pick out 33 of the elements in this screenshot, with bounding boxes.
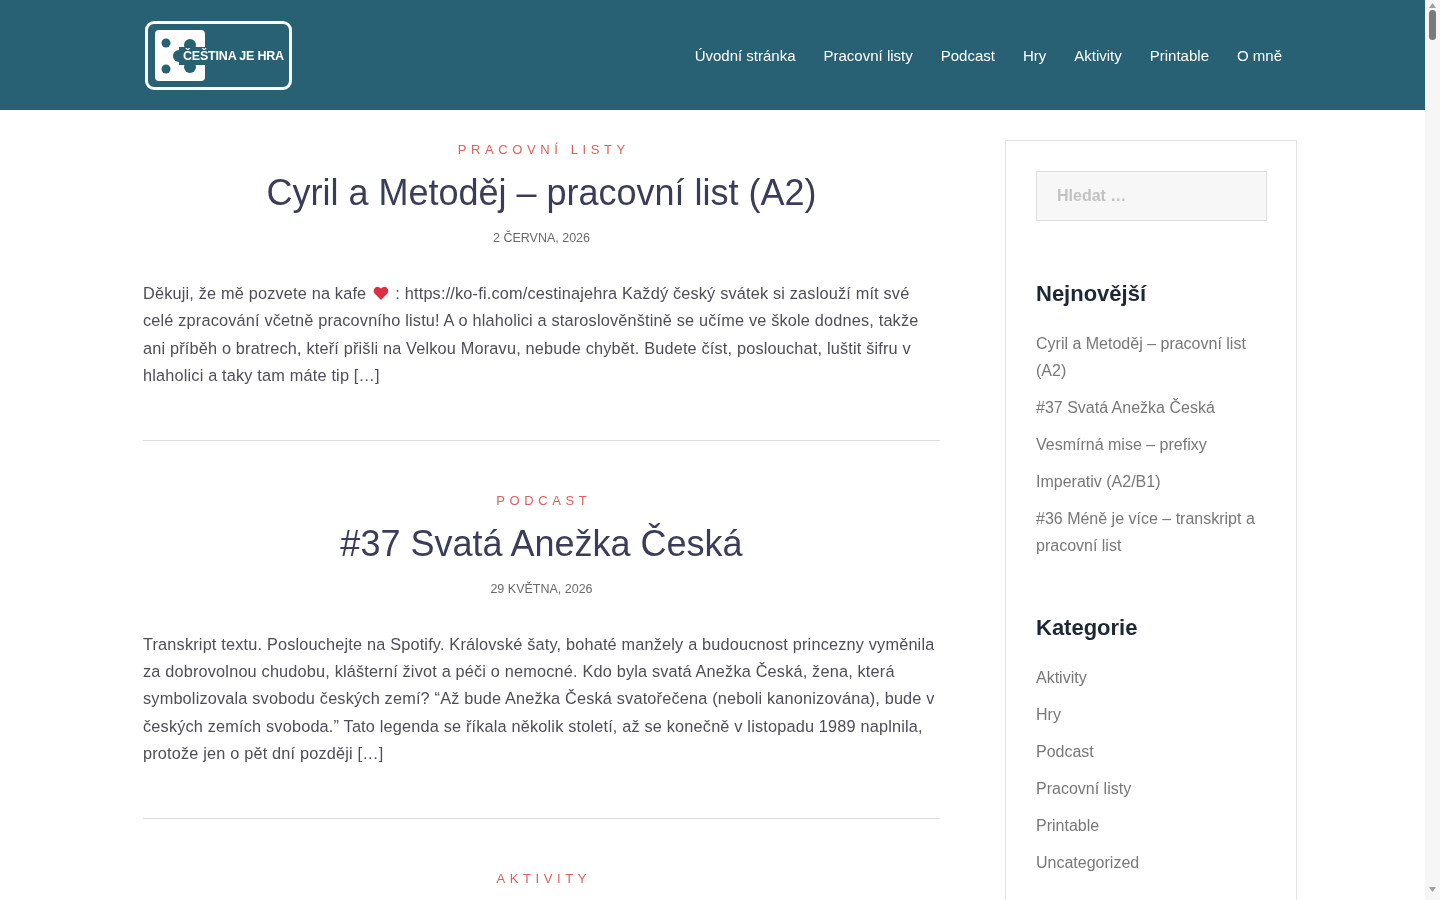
nav-link[interactable]: Printable: [1121, 40, 1209, 70]
sidebar-link[interactable]: Pracovní listy: [1036, 775, 1266, 802]
sidebar-link[interactable]: Hry: [1036, 701, 1266, 728]
sidebar-link[interactable]: Printable: [1036, 812, 1266, 839]
post-date: 2 ČERVNA, 2026: [492, 229, 590, 247]
post-title[interactable]: #37 Svatá Anežka Česká: [340, 521, 743, 566]
nav-link[interactable]: Aktivity: [1046, 40, 1122, 70]
widget-heading: Kategorie: [1036, 614, 1139, 642]
post-date: 29 KVĚTNA, 2026: [490, 580, 593, 598]
nav-link[interactable]: Pracovní listy: [795, 40, 913, 70]
sidebar-link[interactable]: Vesmírná mise – prefixy: [1036, 431, 1266, 458]
sidebar-link[interactable]: Podcast: [1036, 738, 1266, 765]
widget-heading: Nejnovější: [1036, 280, 1148, 308]
sidebar-link[interactable]: Uncategorized: [1036, 849, 1266, 876]
post-category-link[interactable]: PODCAST: [496, 490, 592, 511]
nav-link[interactable]: O mně: [1209, 40, 1282, 70]
post-excerpt: Transkript textu. Poslouchejte na Spotify. Královské šaty, bohaté manžely a budoucnost princezny vyměnila za dobrovolnou chudobu, klášterní život a péči o nemocné. Kdo byla svatá Anežka Česká, žena, která symbolizovala svobodu českých zemí? “Až bude Anežka Česká svatořečena (neboli kanonizována), bude v českých zemích svoboda.” Tato legenda se říkala několik století, až se konečně v listopadu 1989 naplnila, protože jen o pět dní později […]: [143, 633, 936, 765]
sidebar-link[interactable]: #36 Méně je více – transkript a pracovní list: [1036, 505, 1266, 559]
nav-link[interactable]: Podcast: [912, 40, 995, 70]
site-logo[interactable]: ČEŠTINA JE HRA: [145, 21, 292, 90]
post-title[interactable]: Cyril a Metoděj – pracovní list (A2): [266, 171, 817, 215]
sidebar-link[interactable]: #37 Svatá Anežka Česká: [1036, 394, 1266, 421]
post-excerpt: Děkuji, že mě pozvete na kafe : https://ko-fi.com/cestinajehra Každý český svátek si zaslouží mít své celé zpracování včetně pracovního listu! A o hlaholici a staroslověnštině se učíme ve škole dodnes, takže ani příběh o bratrech, kteří přišli na Velkou Moravu, nebude chybět. Budete číst, poslouchat, luštit šifru v hlaholici a taky tam máte tip […]: [143, 283, 920, 387]
post-category-link[interactable]: AKTIVITY: [496, 868, 592, 889]
post-category-link[interactable]: PRACOVNÍ LISTY: [457, 140, 630, 160]
sidebar-link[interactable]: Cyril a Metoděj – pracovní list (A2): [1036, 330, 1266, 384]
scrollbar[interactable]: [1425, 0, 1440, 900]
sidebar-link[interactable]: Imperativ (A2/B1): [1036, 468, 1266, 495]
nav-link[interactable]: Úvodní stránka: [666, 40, 796, 70]
nav-link[interactable]: Hry: [994, 40, 1047, 70]
sidebar-link[interactable]: Aktivity: [1036, 664, 1266, 691]
logo-text: ČEŠTINA JE HRA: [183, 48, 284, 63]
heart-icon: [373, 286, 390, 300]
